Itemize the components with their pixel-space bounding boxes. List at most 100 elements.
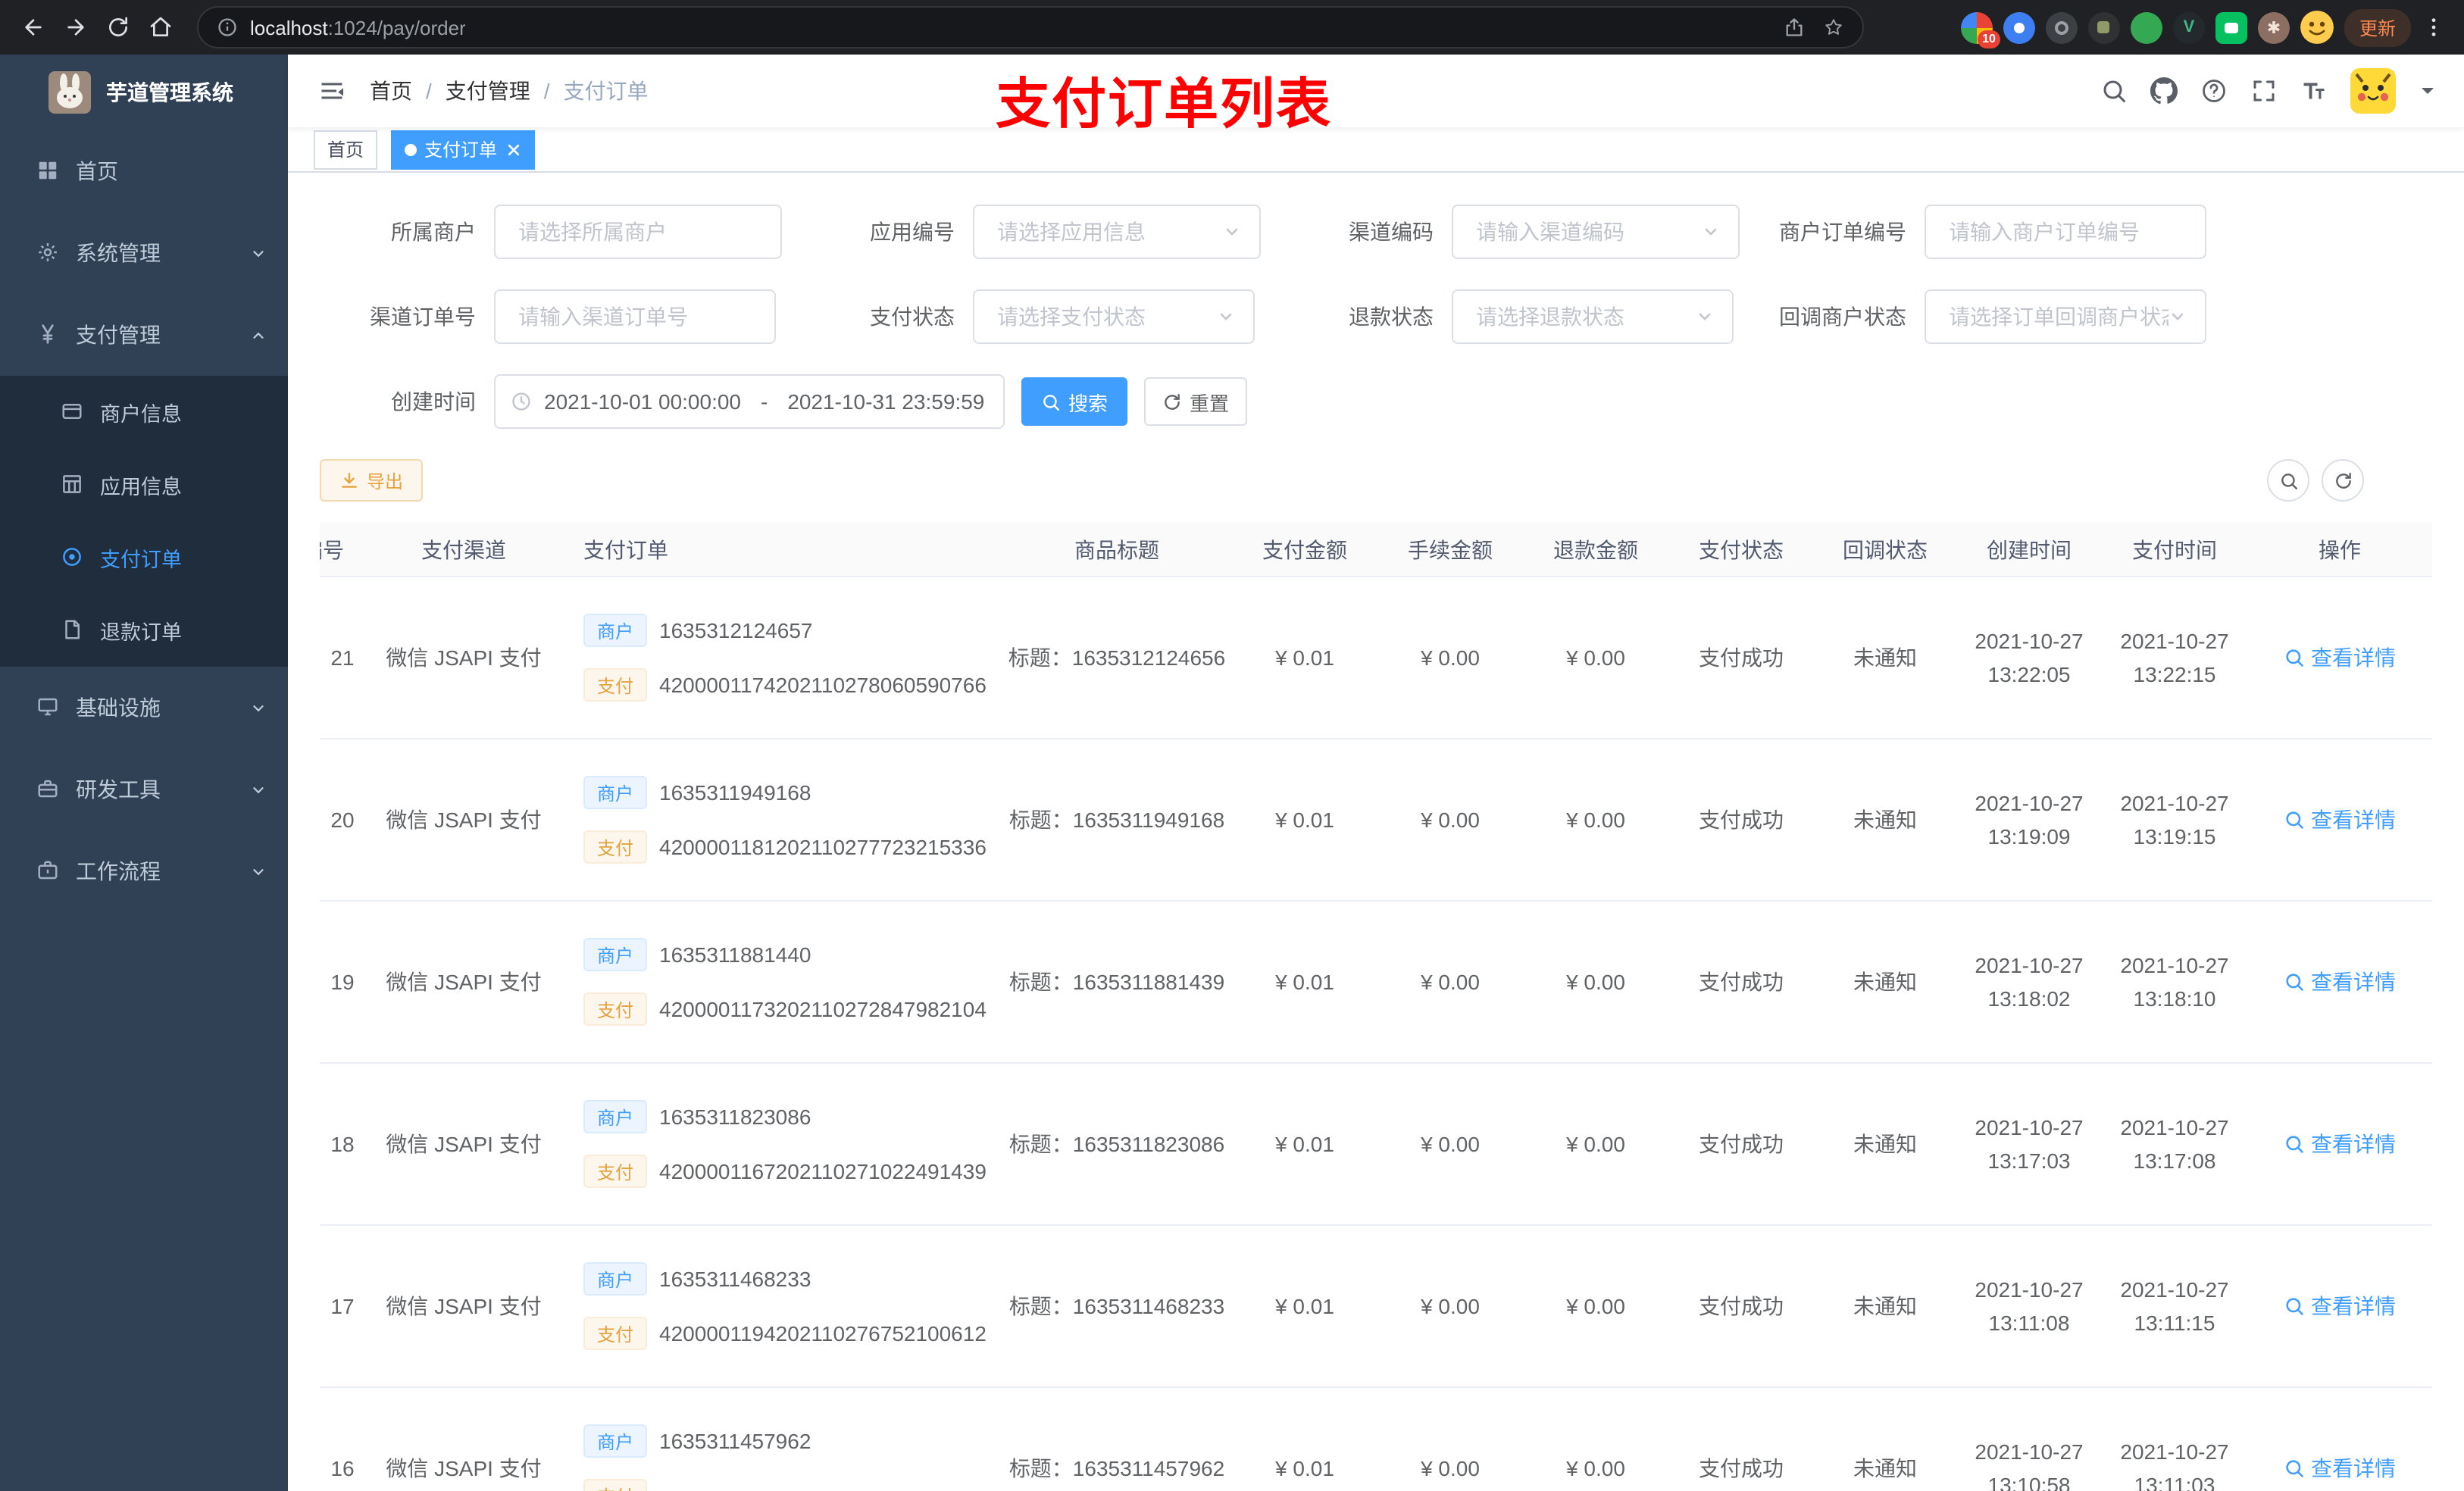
caret-down-icon[interactable] xyxy=(2419,82,2437,100)
browser-extension-icon[interactable]: 10 xyxy=(1960,11,2000,48)
merchant-tag: 商户 xyxy=(583,776,648,809)
browser-back-icon[interactable] xyxy=(12,6,55,48)
url-host: localhost xyxy=(250,16,328,39)
tab-payment-orders[interactable]: 支付订单 xyxy=(391,130,536,169)
filter-label: 回调商户状态 xyxy=(1779,305,1906,329)
view-detail-link[interactable]: 查看详情 xyxy=(2284,1129,2396,1159)
search-toggle-button[interactable] xyxy=(2267,459,2309,502)
logo-image xyxy=(48,71,91,114)
cell-id: 18 xyxy=(330,1132,355,1156)
export-button[interactable]: 导出 xyxy=(320,459,424,502)
column-header: 支付渠道 xyxy=(421,537,506,561)
font-size-icon[interactable] xyxy=(2300,77,2328,105)
share-icon[interactable] xyxy=(1784,17,1805,38)
column-header: 手续金额 xyxy=(1408,537,1493,561)
filter-label: 应用编号 xyxy=(870,220,955,244)
reset-button[interactable]: 重置 xyxy=(1144,377,1247,426)
cell-channel: 微信 JSAPI 支付 xyxy=(386,808,542,832)
browser-home-icon[interactable] xyxy=(139,6,182,48)
date-separator: - xyxy=(761,389,768,414)
select-placeholder: 请选择订单回调商户状态 xyxy=(1949,305,2169,329)
search-icon[interactable] xyxy=(2100,77,2128,105)
view-detail-link[interactable]: 查看详情 xyxy=(2284,642,2396,673)
sidebar-item-payment-orders[interactable]: 支付订单 xyxy=(0,521,288,594)
cell-fee: ¥ 0.00 xyxy=(1421,970,1480,994)
sidebar-item-label: 商户信息 xyxy=(100,403,182,426)
toolbox-icon xyxy=(36,777,61,802)
cell-payment-order: 商户 1635312124657 支付 4200001174202110278060… xyxy=(562,614,1002,702)
url-text: localhost:1024/pay/order xyxy=(250,16,466,39)
star-icon[interactable] xyxy=(1823,17,1844,38)
cell-fee: ¥ 0.00 xyxy=(1421,645,1480,670)
browser-extension-icon[interactable]: ✱ xyxy=(2257,11,2290,43)
tab-label: 首页 xyxy=(327,139,364,161)
notify-status-select[interactable]: 请选择订单回调商户状态 xyxy=(1925,289,2206,344)
fullscreen-icon[interactable] xyxy=(2250,77,2278,105)
question-icon[interactable] xyxy=(2200,77,2228,105)
sidebar-item-refund-orders[interactable]: 退款订单 xyxy=(0,594,288,667)
sidebar-item-app-info[interactable]: 应用信息 xyxy=(0,449,288,521)
browser-extension-icon[interactable] xyxy=(2215,11,2247,43)
github-icon[interactable] xyxy=(2150,77,2178,105)
column-header: 支付金额 xyxy=(1262,537,1347,561)
filter-label: 渠道订单号 xyxy=(370,305,476,329)
view-detail-link[interactable]: 查看详情 xyxy=(2284,805,2396,835)
cell-payment-order: 商户 1635311457962 支付 xyxy=(562,1424,1002,1491)
cell-title: 标题：1635311949168 xyxy=(1008,808,1225,832)
browser-extension-icon[interactable] xyxy=(2003,11,2035,43)
sidebar-item-system[interactable]: 系统管理 xyxy=(0,212,288,294)
cell-payment-order: 商户 1635311949168 支付 4200001181202110277723… xyxy=(562,776,1002,864)
browser-extension-icon[interactable] xyxy=(2130,11,2162,43)
cell-amount: ¥ 0.01 xyxy=(1275,1132,1334,1156)
cell-action: 查看详情 xyxy=(2247,967,2432,997)
cell-refund: ¥ 0.00 xyxy=(1566,1456,1625,1480)
browser-profile-avatar[interactable] xyxy=(2300,11,2334,44)
breadcrumb-section[interactable]: 支付管理 xyxy=(446,76,530,106)
search-button[interactable]: 搜索 xyxy=(1021,377,1127,426)
tab-home[interactable]: 首页 xyxy=(314,130,378,169)
table-row: 19 微信 JSAPI 支付 商户 1635311881440 支付 4200001… xyxy=(320,902,2432,1064)
browser-extension-icon[interactable]: V xyxy=(2172,11,2205,43)
reset-button-label: 重置 xyxy=(1189,392,1229,414)
refresh-button[interactable] xyxy=(2322,459,2364,502)
browser-menu-icon[interactable] xyxy=(2422,15,2446,39)
filter-label: 创建时间 xyxy=(391,389,476,414)
sidebar-item-merchant-info[interactable]: 商户信息 xyxy=(0,376,288,449)
breadcrumb-home[interactable]: 首页 xyxy=(370,76,412,106)
view-detail-link[interactable]: 查看详情 xyxy=(2284,967,2396,997)
view-detail-link[interactable]: 查看详情 xyxy=(2284,1453,2396,1483)
cell-payment-order: 商户 1635311823086 支付 4200001167202110271022… xyxy=(562,1100,1002,1188)
cell-action: 查看详情 xyxy=(2247,642,2432,673)
cell-pay-status: 支付成功 xyxy=(1699,645,1784,670)
close-icon[interactable] xyxy=(506,142,521,157)
create-time-range-picker[interactable]: 2021-10-01 00:00:00 - 2021-10-31 23:59:5… xyxy=(494,374,1005,429)
sidebar-item-workflow[interactable]: 工作流程 xyxy=(0,830,288,912)
cell-id: 20 xyxy=(330,808,355,832)
cell-amount: ¥ 0.01 xyxy=(1275,970,1334,994)
active-tab-dot xyxy=(405,143,417,155)
cell-create-time: 2021-10-27 13:19:09 xyxy=(1975,791,2084,849)
cell-pay-status: 支付成功 xyxy=(1699,1456,1784,1480)
sidebar-item-payment[interactable]: 支付管理 xyxy=(0,294,288,376)
browser-forward-icon[interactable] xyxy=(55,6,97,48)
browser-address-bar[interactable]: localhost:1024/pay/order xyxy=(197,6,1864,48)
sidebar-item-home[interactable]: 首页 xyxy=(0,130,288,212)
user-avatar[interactable] xyxy=(2350,68,2396,114)
chevron-down-icon xyxy=(250,245,267,261)
app-logo[interactable]: 芋道管理系统 xyxy=(0,55,288,130)
browser-extension-icon[interactable] xyxy=(2087,11,2120,43)
info-icon[interactable] xyxy=(217,17,238,38)
view-detail-link[interactable]: 查看详情 xyxy=(2284,1291,2396,1321)
browser-extension-icon[interactable] xyxy=(2045,11,2078,43)
merchant-order-no-input[interactable] xyxy=(1925,205,2206,259)
hamburger-icon[interactable] xyxy=(318,77,346,105)
extension-badge: 10 xyxy=(1978,30,2000,48)
sidebar: 芋道管理系统 首页 系统管理 支付管理 商户信息 应用信息 支付订单 退款订单 … xyxy=(0,55,288,1491)
browser-update-button[interactable]: 更新 xyxy=(2344,8,2411,46)
browser-reload-icon[interactable] xyxy=(97,6,139,48)
cell-fee: ¥ 0.00 xyxy=(1421,1294,1480,1318)
sidebar-item-label: 工作流程 xyxy=(76,859,161,883)
cell-notify-status: 未通知 xyxy=(1853,808,1917,832)
sidebar-item-dev-tools[interactable]: 研发工具 xyxy=(0,749,288,830)
sidebar-item-infrastructure[interactable]: 基础设施 xyxy=(0,667,288,749)
